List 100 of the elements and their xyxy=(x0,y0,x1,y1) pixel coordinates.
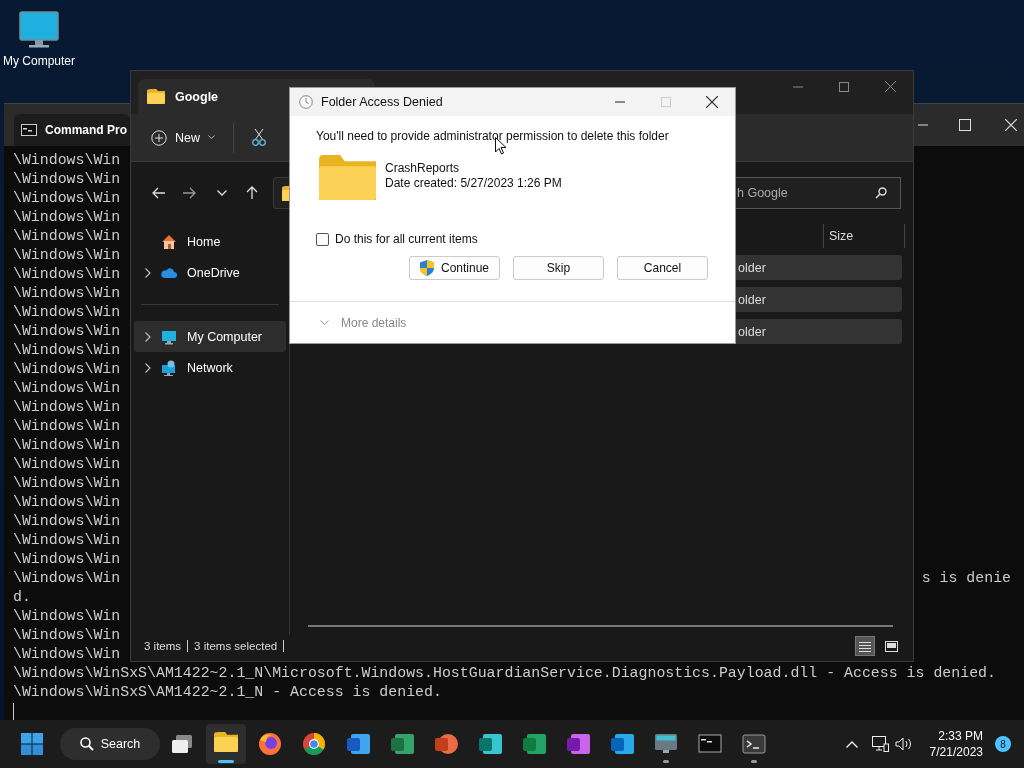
console-output-line: \Windows\Win xyxy=(13,284,121,303)
search-button[interactable]: Search xyxy=(60,728,160,760)
column-header[interactable]: Size xyxy=(823,224,905,248)
chevron-right-icon[interactable] xyxy=(145,362,151,373)
console-output-line: \Windows\Win xyxy=(13,246,121,265)
monitor-icon[interactable] xyxy=(18,10,60,48)
console-output-line: \Windows\Win xyxy=(13,417,121,436)
preview-icon xyxy=(884,640,898,652)
console-output-line: \Windows\Win xyxy=(13,398,121,417)
fox-globe-icon xyxy=(258,732,282,756)
console-output-line: \Windows\Win xyxy=(13,360,121,379)
dialog-button[interactable]: Continue xyxy=(409,256,500,280)
selection-count: 3 items selected xyxy=(194,640,278,652)
sidebar-item[interactable]: Network xyxy=(134,352,286,383)
maximize-icon xyxy=(839,81,849,92)
color-wheel-icon xyxy=(302,732,326,756)
console-output-line: \Windows\Win xyxy=(13,607,121,626)
dialog-button[interactable]: Skip xyxy=(513,256,604,280)
console-output-line: \Windows\Win xyxy=(13,170,121,189)
maximize-icon xyxy=(661,97,671,107)
file-row[interactable]: older xyxy=(734,255,902,280)
console-output-line: \Windows\Win xyxy=(13,645,121,664)
console-output-line: \Windows\Win xyxy=(13,569,121,588)
close-icon xyxy=(884,81,896,92)
console-output-line: \Windows\Win xyxy=(13,626,121,645)
document-tile-icon xyxy=(566,732,590,756)
sidebar-item[interactable]: OneDrive xyxy=(134,257,286,288)
console-output-line: \Windows\Win xyxy=(13,341,121,360)
console-output-line: \Windows\WinSxS\AM1422~2.1_N\Microsoft.Windows.HostGuardianService.Diagnostics.Payload.dll - Access is denied. xyxy=(13,664,996,683)
chevron-right-icon[interactable] xyxy=(145,267,151,278)
windows-logo-icon xyxy=(21,733,43,755)
details-view-button[interactable] xyxy=(855,636,875,656)
console-output-line: \Windows\Win xyxy=(13,531,121,550)
folder-name: CrashReports xyxy=(385,160,461,176)
folder-icon xyxy=(319,155,376,200)
scissors-icon[interactable] xyxy=(252,129,266,146)
more-details-button[interactable]: More details xyxy=(320,315,407,330)
document-tile-icon xyxy=(346,732,370,756)
monitor-icon xyxy=(161,328,177,345)
tab-label: Command Pro xyxy=(45,123,127,137)
clock[interactable]: 2:33 PM 7/21/2023 xyxy=(929,728,983,760)
console-output-line: \Windows\WinSxS\AM1422~2.1_N - Access is denied. xyxy=(13,683,442,702)
folder-icon xyxy=(147,89,165,104)
console-output-line: s is denie xyxy=(921,569,1011,588)
checkbox[interactable] xyxy=(316,232,329,246)
document-tile-icon xyxy=(434,732,458,756)
sidebar-item[interactable]: My Computer xyxy=(134,321,286,352)
close-icon xyxy=(706,96,718,108)
new-button[interactable]: New xyxy=(151,121,215,154)
console-output-line: \Windows\Win xyxy=(13,512,121,531)
chevron-up-icon[interactable] xyxy=(845,740,858,748)
file-row[interactable]: older xyxy=(734,319,902,344)
console-output-line: \Windows\Win xyxy=(13,227,121,246)
console-output-line: \Windows\Win xyxy=(13,189,121,208)
item-count: 3 items xyxy=(144,640,182,652)
close-icon xyxy=(1005,119,1017,131)
caret-icon xyxy=(208,135,215,140)
desktop-icon-label[interactable]: My Computer xyxy=(3,54,75,68)
forward-arrow-icon[interactable] xyxy=(182,186,196,200)
terminal-tab[interactable]: Command Pro xyxy=(14,114,130,146)
chevron-down-icon[interactable] xyxy=(217,190,227,196)
envelope-tile-icon xyxy=(610,732,634,756)
back-arrow-icon[interactable] xyxy=(152,186,166,200)
dialog-message: You'll need to provide administrator permission to delete this folder xyxy=(316,129,670,143)
console-output-line: \Windows\Win xyxy=(13,550,121,569)
console-output-line: \Windows\Win xyxy=(13,151,121,170)
console-output-line: \Windows\Win xyxy=(13,474,121,493)
chevron-down-icon xyxy=(320,320,329,325)
sidebar-item[interactable]: Home xyxy=(134,226,286,257)
file-row[interactable]: older xyxy=(734,287,902,312)
scrollbar[interactable] xyxy=(308,625,893,627)
up-arrow-icon[interactable] xyxy=(245,186,259,200)
console-output-line: \Windows\Win xyxy=(13,303,121,322)
notification-badge[interactable]: 8 xyxy=(995,736,1011,752)
plus-circle-icon xyxy=(151,129,167,146)
house-icon xyxy=(161,233,177,250)
checkbox-label: Do this for all current items xyxy=(335,232,478,246)
chevron-right-icon[interactable] xyxy=(145,331,151,342)
console-output-line: \Windows\Win xyxy=(13,436,121,455)
console-output-line: \Windows\Win xyxy=(13,265,121,284)
overlapping-windows-icon xyxy=(170,732,194,756)
network-icon xyxy=(161,359,177,376)
speaker-icon xyxy=(894,737,912,751)
console-output-line: \Windows\Win xyxy=(13,455,121,474)
console-output-line: d. xyxy=(13,588,31,607)
taskbar-app-button[interactable] xyxy=(206,724,246,764)
document-tile-icon xyxy=(390,732,414,756)
monitor-icon xyxy=(654,732,678,756)
folder-date: Date created: 5/27/2023 1:26 PM xyxy=(385,175,562,191)
dialog-button[interactable]: Cancel xyxy=(617,256,708,280)
text-cursor xyxy=(13,703,14,720)
document-tile-icon xyxy=(478,732,502,756)
console-output-line: \Windows\Win xyxy=(13,208,121,227)
search-icon xyxy=(79,737,94,751)
console-output-line: \Windows\Win xyxy=(13,493,121,512)
document-tile-icon xyxy=(522,732,546,756)
console-output-line: \Windows\Win xyxy=(13,322,121,341)
console-icon xyxy=(21,124,37,136)
search-icon[interactable] xyxy=(875,187,887,199)
tab-label: Google xyxy=(175,89,219,104)
